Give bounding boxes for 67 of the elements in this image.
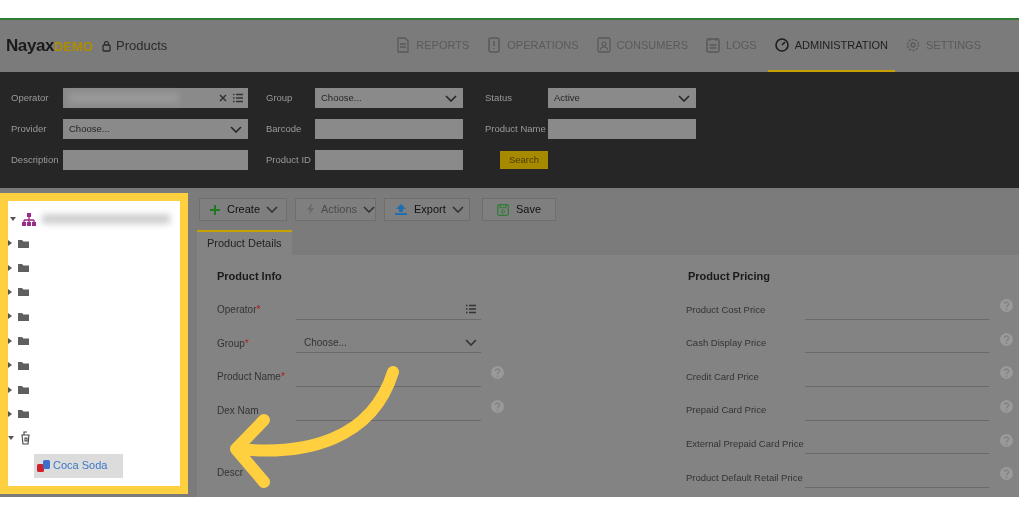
section-title: Product Info <box>217 269 283 284</box>
field-label: Prepaid Card Price <box>686 403 768 418</box>
field-label: Operator* <box>217 303 262 318</box>
calendar-icon <box>706 37 721 53</box>
device-icon <box>487 37 502 53</box>
upload-icon <box>395 204 407 215</box>
logo: Nayax <box>6 35 54 58</box>
chevron-down-icon <box>230 125 242 133</box>
list-icon <box>465 304 477 315</box>
field-label: Cash Display Price <box>686 336 768 351</box>
input-field[interactable] <box>548 119 696 139</box>
field-label: Group <box>266 90 294 105</box>
toolbar-button[interactable]: Save <box>482 198 556 221</box>
field-label: Provider <box>11 121 48 136</box>
id-card-icon <box>596 37 611 53</box>
settings-icon <box>906 37 920 53</box>
field-label: Group* <box>217 336 250 351</box>
clear-icon <box>219 94 227 102</box>
section-title: Product Pricing <box>687 269 771 284</box>
toolbar-button[interactable]: Create <box>199 198 287 221</box>
hierarchy-icon <box>22 212 36 226</box>
cup-icon <box>20 431 31 446</box>
operator-field[interactable] <box>63 88 248 108</box>
folder-icon <box>18 409 29 419</box>
select-field[interactable]: Choose... <box>315 88 463 108</box>
chevron-down-icon <box>678 94 690 102</box>
field-label: Description <box>11 152 60 167</box>
field-label: Product ID <box>266 152 312 167</box>
chevron-down-icon <box>465 339 477 347</box>
select-field[interactable]: Choose... <box>296 333 481 354</box>
tree-item[interactable]: Coca Soda <box>34 453 123 478</box>
folder-icon <box>18 360 29 370</box>
toolbar-button[interactable]: Export <box>384 198 470 221</box>
field-label: Operator <box>11 90 50 105</box>
field-label: Product Name <box>485 121 547 136</box>
search-button[interactable]: Search <box>500 151 548 169</box>
logo-suffix: DEMO <box>54 38 93 57</box>
field-label: Descr <box>217 465 245 480</box>
input-field[interactable] <box>63 150 248 170</box>
field-label: External Prepaid Card Price <box>686 437 804 452</box>
field-label: Status <box>485 90 513 105</box>
folder-icon <box>18 385 29 395</box>
input-field[interactable] <box>315 150 463 170</box>
folder-icon <box>18 311 29 321</box>
field-label: Product Name* <box>217 370 286 385</box>
input-field[interactable] <box>315 119 463 139</box>
document-icon <box>396 37 411 53</box>
save-icon <box>496 203 509 216</box>
field-label: Product Cost Price <box>686 302 767 317</box>
select-field[interactable]: Choose... <box>63 119 248 139</box>
field-label: Barcode <box>266 121 303 136</box>
plus-icon <box>210 204 220 215</box>
cups-icon <box>37 459 50 472</box>
lock-icon <box>102 40 111 52</box>
field-label: Dex Nam <box>217 404 260 419</box>
select-field[interactable]: Active <box>548 88 696 108</box>
folder-icon <box>18 287 29 297</box>
field-label: Product Default Retail Price <box>686 470 804 485</box>
tab[interactable]: Product Details <box>197 230 292 255</box>
folder-icon <box>18 336 29 346</box>
chevron-down-icon <box>445 94 457 102</box>
gauge-icon <box>774 37 789 53</box>
folder-icon <box>18 263 29 273</box>
list-icon <box>232 93 244 103</box>
page-title: Products <box>116 37 168 56</box>
field-label: Credit Card Price <box>686 369 760 384</box>
folder-icon <box>18 238 29 248</box>
